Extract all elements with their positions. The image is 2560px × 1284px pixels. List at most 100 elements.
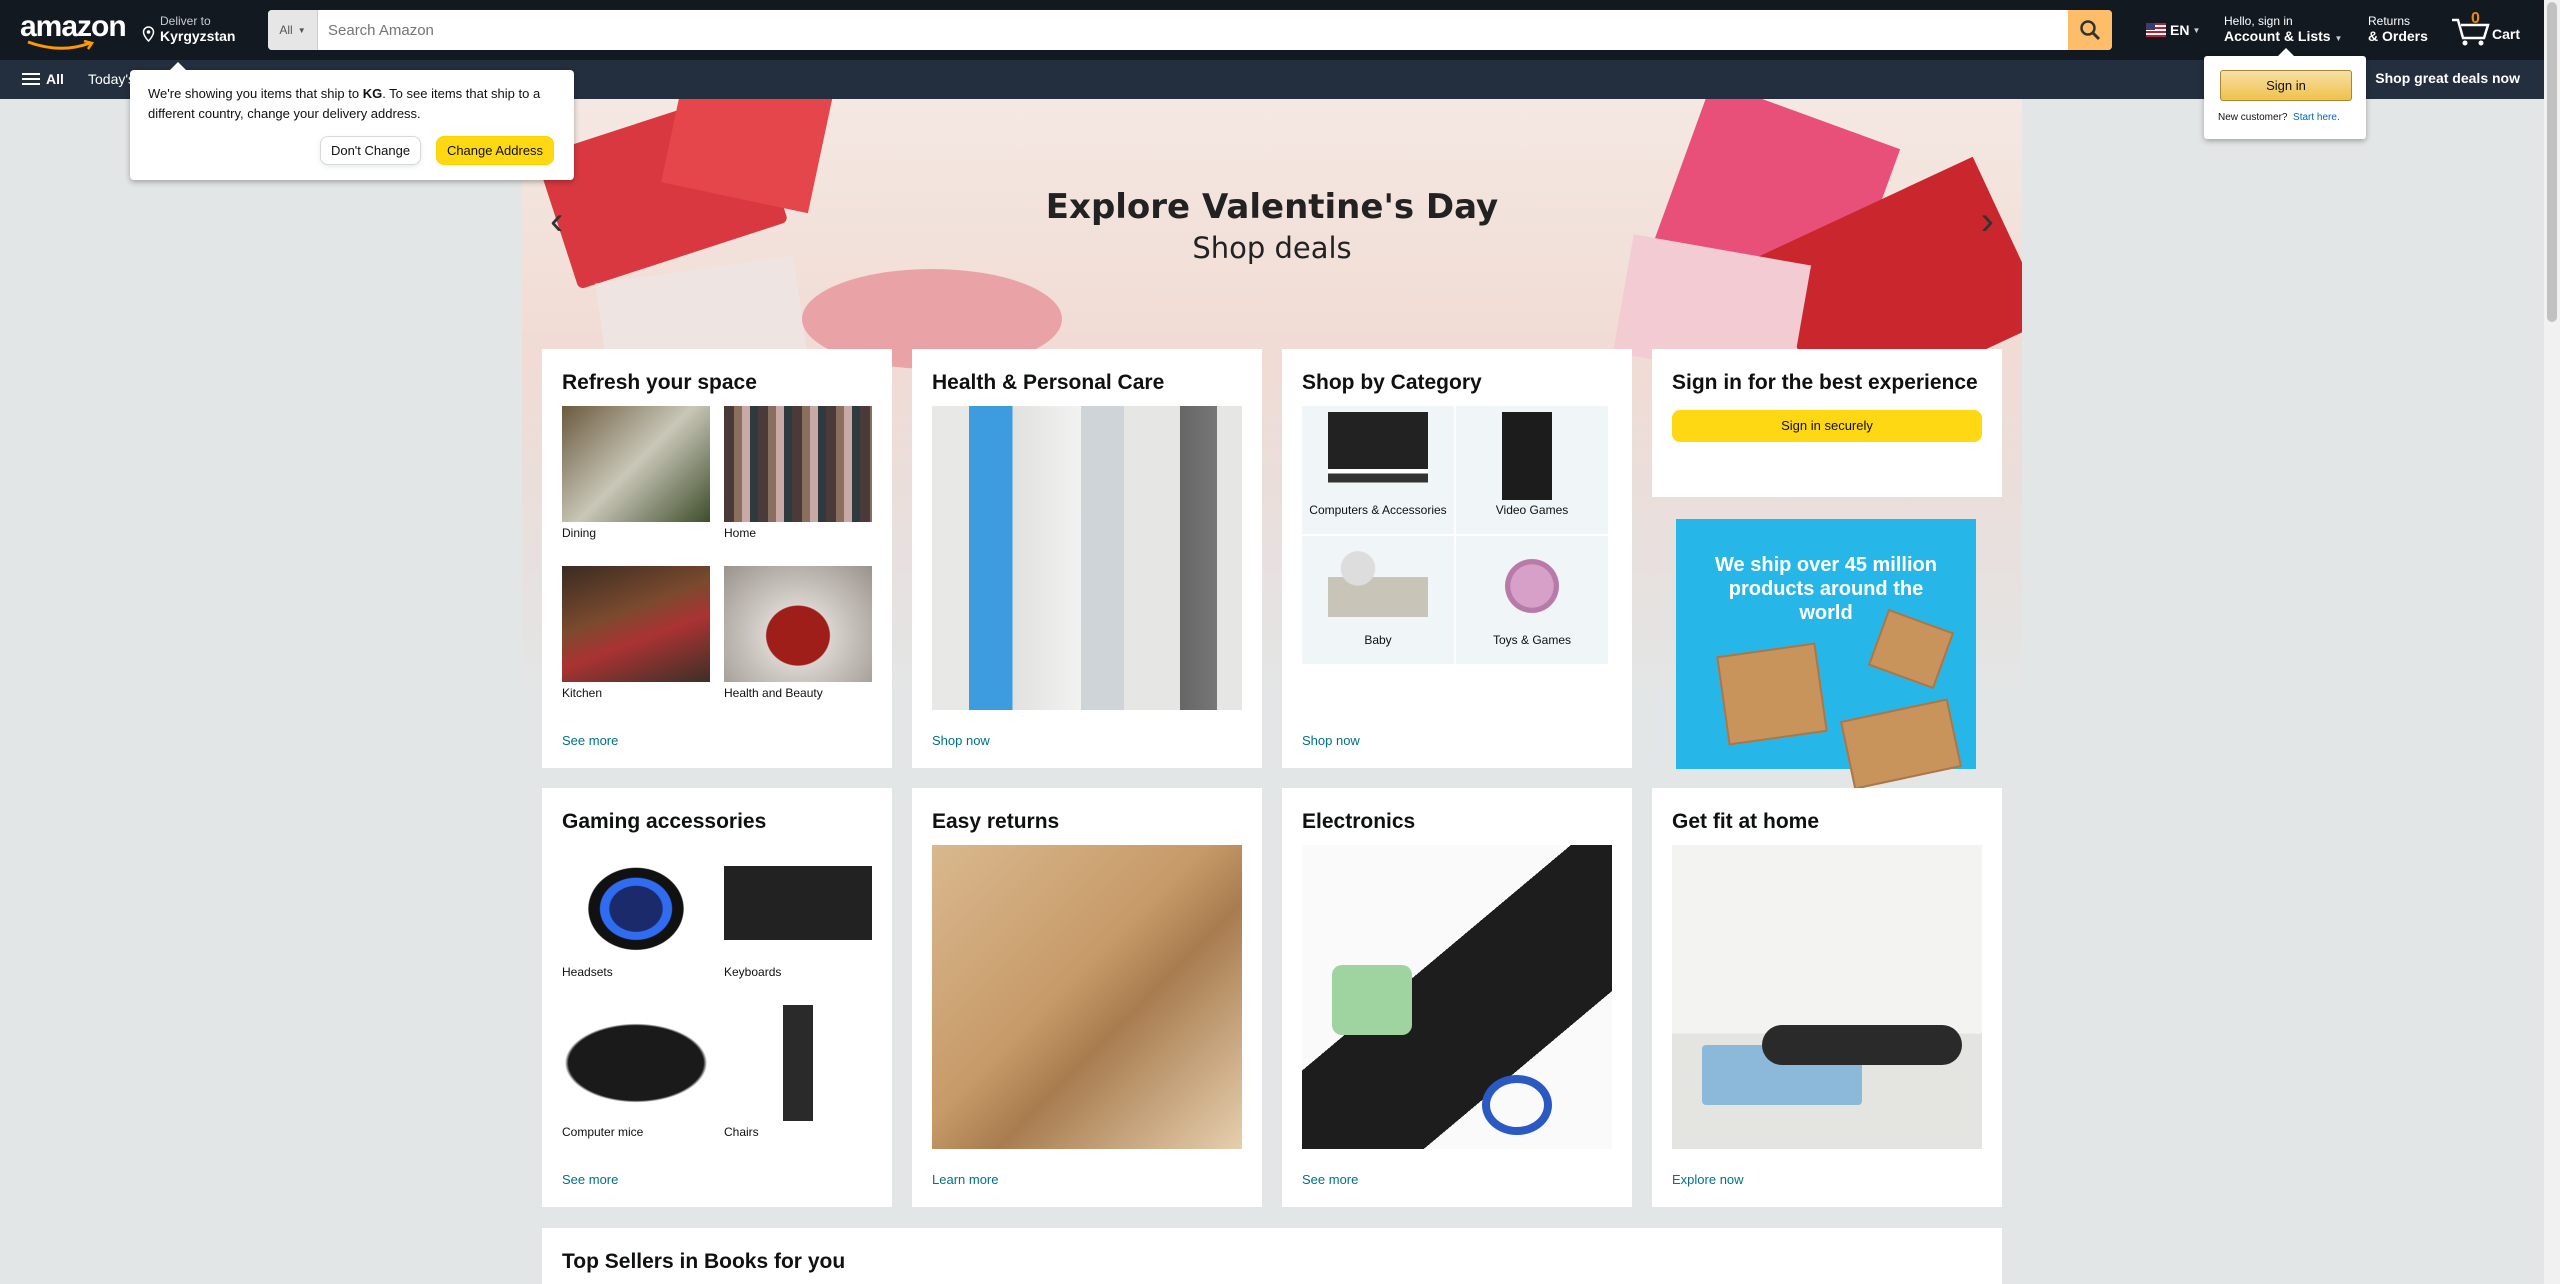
orders-label: & Orders (2368, 28, 2428, 44)
quad-item-health-beauty[interactable]: Health and Beauty (724, 566, 872, 700)
delivery-popover: We're showing you items that ship to KG.… (130, 62, 574, 180)
search-icon (2080, 20, 2101, 41)
headset-image (562, 845, 710, 961)
card-easy-returns: Easy returns Learn more (912, 788, 1262, 1207)
card-title: Shop by Category (1302, 371, 1482, 394)
quad-caption: Kitchen (562, 686, 603, 700)
start-here-link[interactable]: Start here. (2293, 112, 2340, 123)
language-selector[interactable]: EN ▼ (2146, 22, 2200, 38)
sign-in-securely-button[interactable]: Sign in securely (1672, 410, 1982, 442)
category-computers[interactable]: Computers & Accessories (1302, 406, 1454, 534)
category-baby[interactable]: Baby (1302, 536, 1454, 664)
card-health-personal-care: Health & Personal Care Shop now (912, 349, 1262, 768)
card-title: Sign in for the best experience (1672, 371, 1978, 394)
ad-text: We ship over 45 million products around … (1715, 554, 1937, 624)
new-customer-text: New customer? Start here. (2218, 112, 2340, 123)
home-image (724, 406, 872, 522)
todays-deals-link[interactable]: Today's (88, 71, 135, 87)
keyboard-image (724, 845, 872, 961)
popover-message: We're showing you items that ship to KG.… (148, 86, 541, 121)
sign-in-button[interactable]: Sign in (2220, 70, 2352, 101)
electronics-image[interactable] (1302, 845, 1612, 1149)
console-image (1482, 412, 1582, 500)
see-more-link[interactable]: See more (562, 733, 618, 748)
quad-caption: Computer mice (562, 1125, 644, 1139)
promo-link[interactable]: Shop great deals now (2375, 70, 2520, 86)
returns-orders[interactable]: Returns & Orders (2368, 14, 2428, 45)
change-address-button[interactable]: Change Address (436, 136, 554, 165)
dont-change-button[interactable]: Don't Change (320, 136, 421, 165)
quad-caption: Keyboards (724, 965, 782, 979)
quad-caption: Health and Beauty (724, 686, 823, 700)
category-caption: Computers & Accessories (1309, 503, 1447, 517)
see-more-link[interactable]: See more (1302, 1172, 1358, 1187)
card-refresh-your-space: Refresh your space Dining Home Kitchen H… (542, 349, 892, 768)
learn-more-link[interactable]: Learn more (932, 1172, 998, 1187)
section-title: Top Sellers in Books for you (562, 1250, 846, 1273)
top-sellers-books: Top Sellers in Books for you (542, 1228, 2002, 1284)
card-title: Refresh your space (562, 371, 757, 394)
fitness-image[interactable] (1672, 845, 1982, 1149)
cart-button[interactable]: 0 Cart (2450, 10, 2530, 50)
quad-item-chairs[interactable]: Chairs (724, 1005, 872, 1139)
amazon-logo[interactable]: amazon (20, 12, 127, 52)
page-scrollbar[interactable] (2544, 0, 2560, 1284)
returns-label: Returns (2368, 14, 2411, 28)
card-title: Get fit at home (1672, 810, 1820, 833)
quad-item-dining[interactable]: Dining (562, 406, 710, 540)
category-caption: Video Games (1495, 503, 1569, 517)
account-menu[interactable]: Hello, sign in Account & Lists ▼ (2224, 14, 2342, 47)
scrollbar-thumb[interactable] (2547, 2, 2557, 322)
card-gaming-accessories: Gaming accessories Headsets Keyboards Co… (542, 788, 892, 1207)
card-shop-by-category: Shop by Category Computers & Accessories… (1282, 349, 1632, 768)
deliver-to[interactable]: Deliver to Kyrgyzstan (140, 14, 235, 48)
category-caption: Toys & Games (1492, 633, 1572, 647)
category-toys-games[interactable]: Toys & Games (1456, 536, 1608, 664)
quad-item-kitchen[interactable]: Kitchen (562, 566, 710, 700)
headphones-image (1482, 1075, 1552, 1135)
carousel-next-icon[interactable]: › (1981, 199, 1994, 244)
packing-tape-image[interactable] (932, 845, 1242, 1149)
toy-ball-image (1482, 542, 1582, 630)
top-nav: amazon Deliver to Kyrgyzstan All ▼ EN ▼ H… (0, 0, 2544, 60)
mouse-image (562, 1005, 710, 1121)
see-more-link[interactable]: See more (562, 1172, 618, 1187)
category-video-games[interactable]: Video Games (1456, 406, 1608, 534)
health-products-image[interactable] (932, 406, 1242, 710)
card-title: Gaming accessories (562, 810, 767, 833)
smile-icon (27, 40, 95, 50)
quad-item-keyboards[interactable]: Keyboards (724, 845, 872, 979)
shop-now-link[interactable]: Shop now (1302, 733, 1360, 748)
language-label: EN (2170, 22, 2190, 38)
search-input[interactable] (318, 10, 2068, 50)
all-label: All (46, 71, 64, 87)
search-category-select[interactable]: All ▼ (268, 10, 318, 50)
quad-item-home[interactable]: Home (724, 406, 872, 540)
box-image (1839, 698, 1963, 790)
hamburger-icon (22, 70, 40, 88)
card-electronics: Electronics See more (1282, 788, 1632, 1207)
shop-now-link[interactable]: Shop now (932, 733, 990, 748)
card-title: Easy returns (932, 810, 1060, 833)
ship-worldwide-ad[interactable]: We ship over 45 million products around … (1676, 519, 1976, 790)
baby-monitor-image (1328, 542, 1428, 630)
cart-count: 0 (2471, 10, 2480, 27)
chevron-down-icon: ▼ (2192, 25, 2201, 35)
quad-item-computer-mice[interactable]: Computer mice (562, 1005, 710, 1139)
deliver-country: Kyrgyzstan (160, 28, 236, 44)
sign-in-popover: Sign in New customer? Start here. (2204, 48, 2366, 139)
quad-caption: Chairs (724, 1125, 759, 1139)
camera-image (1332, 965, 1412, 1035)
person-image (1762, 1025, 1962, 1065)
all-menu-button[interactable]: All (22, 70, 64, 88)
quad-item-headsets[interactable]: Headsets (562, 845, 710, 979)
carousel-prev-icon[interactable]: ‹ (550, 199, 563, 244)
explore-now-link[interactable]: Explore now (1672, 1172, 1744, 1187)
location-pin-icon (142, 26, 155, 45)
card-sign-in: Sign in for the best experience Sign in … (1652, 349, 2002, 497)
quad-caption: Headsets (562, 965, 613, 979)
chair-image (724, 1005, 872, 1121)
search-button[interactable] (2068, 10, 2112, 50)
chevron-down-icon: ▼ (297, 25, 306, 35)
deliver-label: Deliver to (160, 14, 211, 28)
